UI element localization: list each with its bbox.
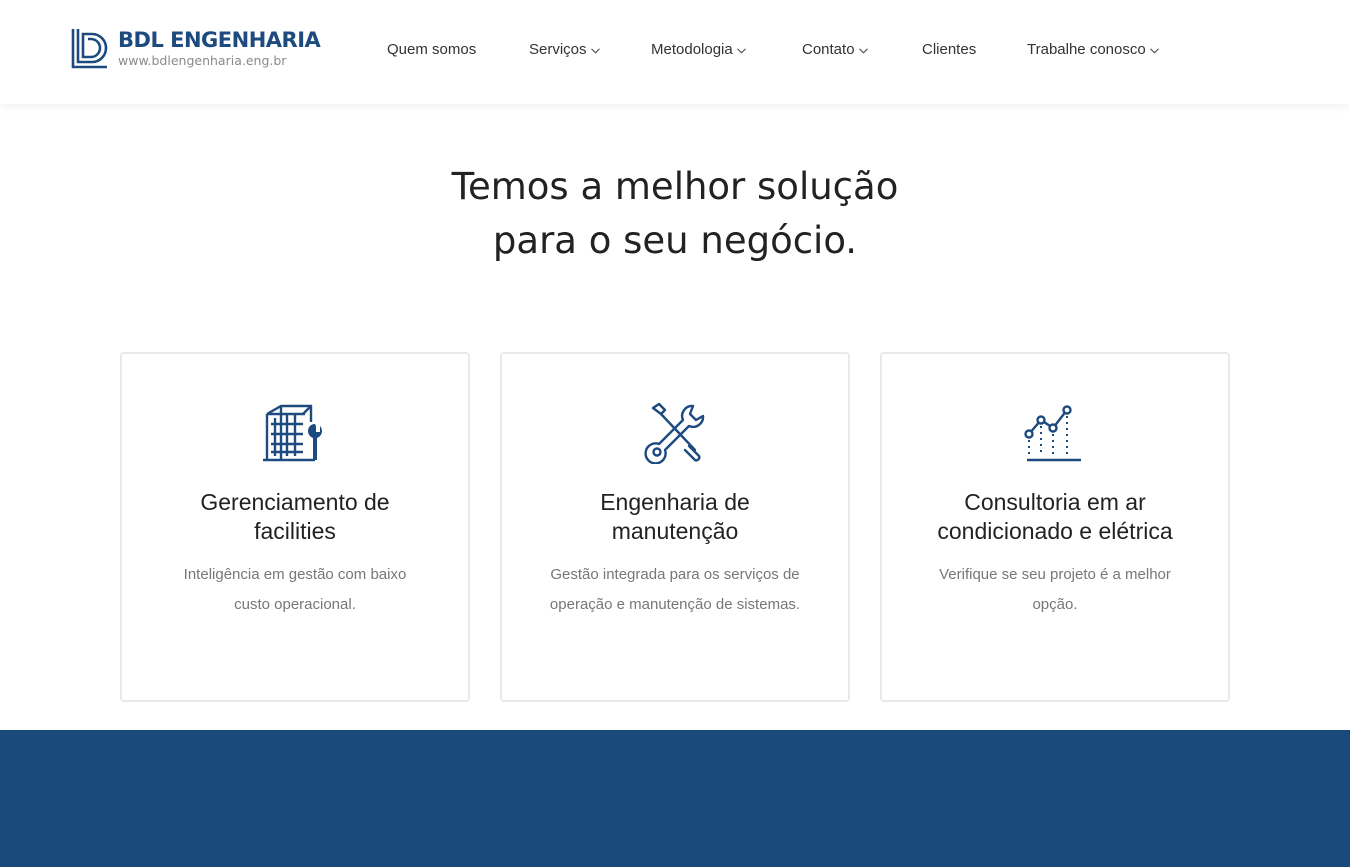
card-title: Gerenciamento de facilities [142,488,448,546]
card-title: Consultoria em ar condicionado e elétric… [902,488,1208,546]
card-title-line-2: condicionado e elétrica [937,518,1173,544]
card-desc-line-1: Verifique se seu projeto é a melhor [939,566,1171,583]
main-nav: Quem somos Serviços Metodologia Contato … [0,0,1350,104]
nav-label: Trabalhe conosco [1027,41,1146,58]
card-title-line-1: Consultoria em ar [964,489,1146,515]
nav-item-contato[interactable]: Contato [802,41,868,58]
card-desc-line-2: custo operacional. [234,596,356,613]
nav-label: Quem somos [387,41,477,58]
service-card-facilities[interactable]: Gerenciamento de facilities Inteligência… [120,352,470,702]
card-title-line-2: manutenção [611,518,739,544]
line-chart-icon [1024,405,1081,462]
card-description: Verifique se seu projeto é a melhor opçã… [922,560,1188,620]
nav-item-servicos[interactable]: Serviços [529,41,600,58]
card-desc-line-1: Gestão integrada para os serviços de [550,566,800,583]
nav-label: Serviços [529,41,587,58]
nav-item-metodologia[interactable]: Metodologia [651,41,746,58]
card-title: Engenharia de manutenção [522,488,828,546]
chevron-down-icon [590,47,600,54]
card-title-line-1: Gerenciamento de [200,489,390,515]
site-header: BDL ENGENHARIA www.bdlengenharia.eng.br … [0,0,1350,104]
card-description: Gestão integrada para os serviços de ope… [542,560,808,620]
chevron-down-icon [858,47,868,54]
nav-label: Clientes [922,41,977,58]
service-card-consultoria[interactable]: Consultoria em ar condicionado e elétric… [880,352,1230,702]
card-desc-line-2: operação e manutenção de sistemas. [549,596,801,613]
card-title-line-2: facilities [254,518,336,544]
chevron-down-icon [1149,47,1159,54]
nav-item-clientes[interactable]: Clientes [922,41,976,58]
blue-section-band [0,730,1350,867]
headline-line-2: para o seu negócio. [492,219,858,262]
nav-label: Contato [802,41,855,58]
page-headline: Temos a melhor solução para o seu negóci… [0,160,1350,268]
building-wrench-icon [263,404,322,462]
card-desc-line-2: opção. [1032,596,1078,613]
nav-item-quem-somos[interactable]: Quem somos [387,41,476,58]
tools-icon [644,402,705,464]
card-title-line-1: Engenharia de [600,489,750,515]
service-card-manutencao[interactable]: Engenharia de manutenção Gestão integrad… [500,352,850,702]
nav-label: Metodologia [651,41,733,58]
headline-line-1: Temos a melhor solução [451,165,899,208]
chevron-down-icon [736,47,746,54]
nav-item-trabalhe-conosco[interactable]: Trabalhe conosco [1027,41,1159,58]
card-description: Inteligência em gestão com baixo custo o… [162,560,428,620]
card-desc-line-1: Inteligência em gestão com baixo [183,566,407,583]
